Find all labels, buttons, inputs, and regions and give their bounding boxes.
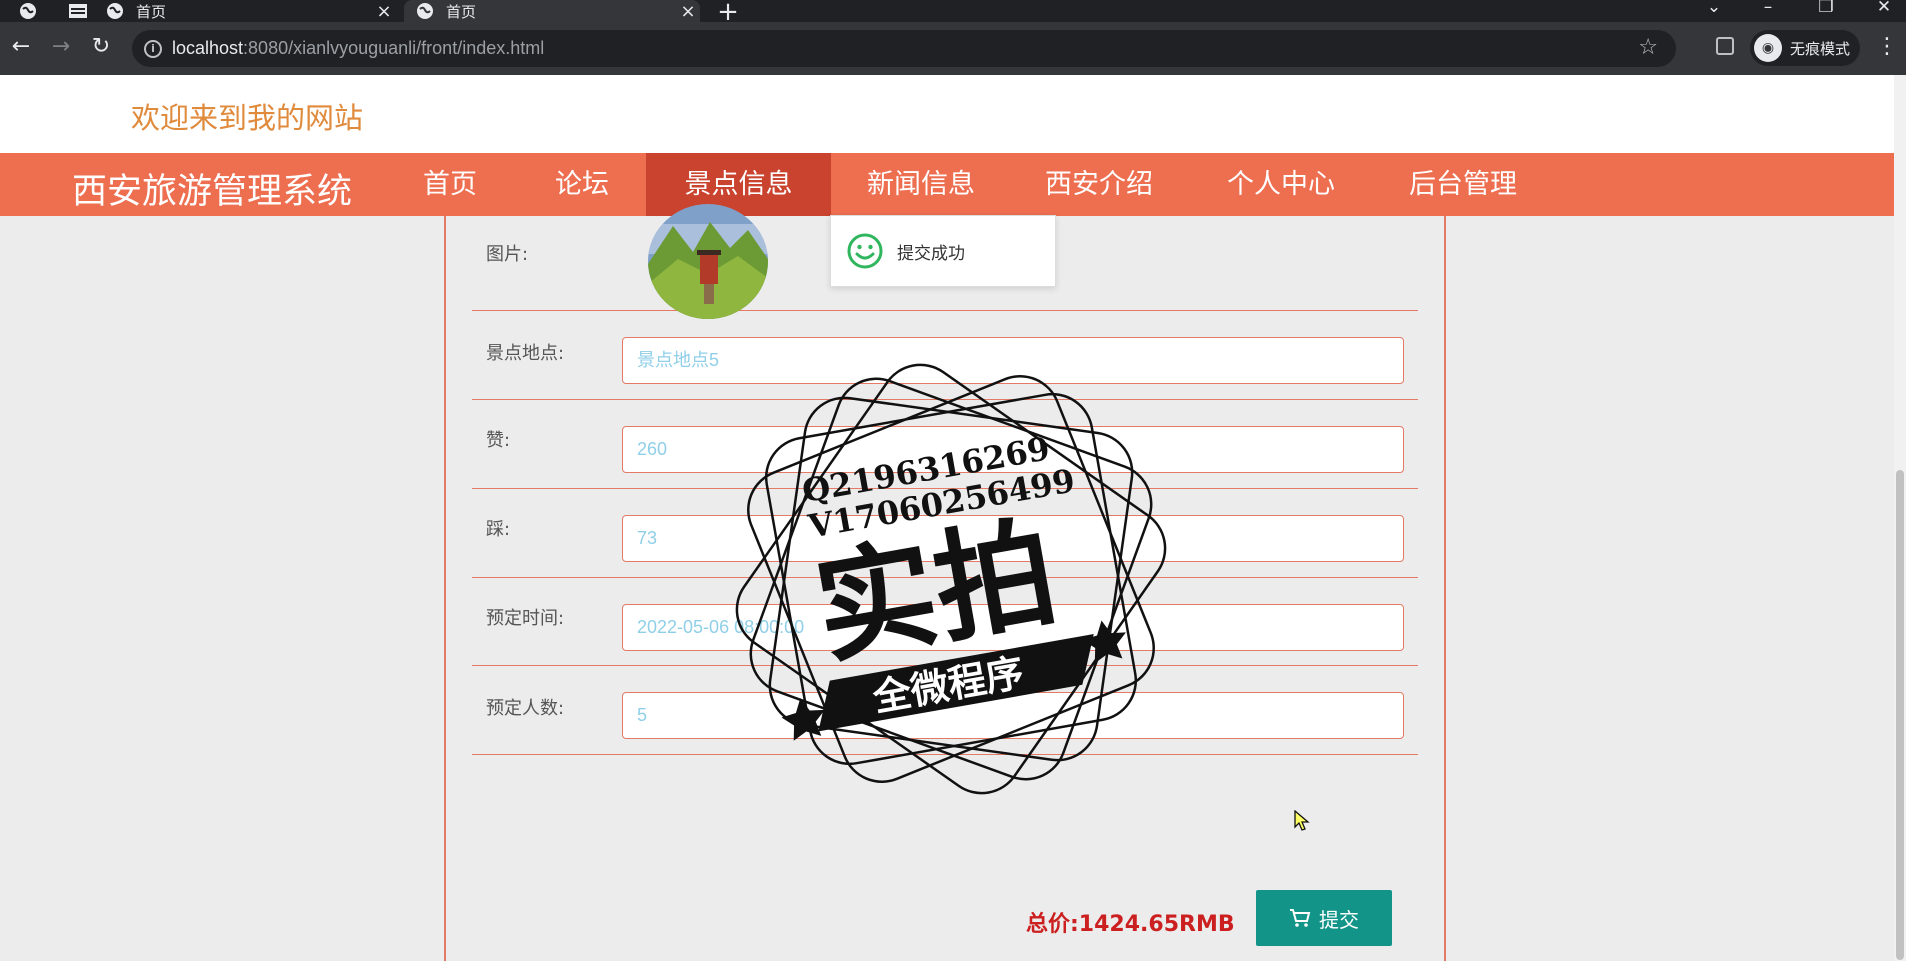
nav-item-forum[interactable]: 论坛 xyxy=(520,153,644,216)
browser-tab-1[interactable]: 首页 × xyxy=(106,0,396,22)
back-arrow-icon[interactable]: ← xyxy=(6,34,36,59)
minimize-button[interactable]: – xyxy=(1750,0,1786,17)
pinned-tab-sheet[interactable] xyxy=(56,0,100,22)
nav-item-xian-intro[interactable]: 西安介绍 xyxy=(1014,153,1184,216)
bookmark-star-icon[interactable]: ☆ xyxy=(1638,35,1658,60)
site-brand: 西安旅游管理系统 xyxy=(72,172,353,212)
tab-title: 首页 xyxy=(446,2,477,21)
success-toast: 提交成功 xyxy=(830,215,1056,287)
field-label: 预定人数: xyxy=(486,698,565,719)
nav-item-admin[interactable]: 后台管理 xyxy=(1378,153,1548,216)
field-label: 景点地点: xyxy=(486,343,565,364)
main-navbar: 西安旅游管理系统 首页 论坛 景点信息 新闻信息 西安介绍 个人中心 后台管理 xyxy=(0,153,1894,216)
page-scrollbar[interactable] xyxy=(1894,75,1906,961)
total-price: 总价:1424.65RMB xyxy=(1026,912,1235,937)
tab-search-icon[interactable]: ⌄ xyxy=(1696,0,1732,17)
attraction-photo xyxy=(648,204,768,319)
field-label: 图片: xyxy=(486,244,529,265)
mouse-cursor-icon xyxy=(1294,810,1310,831)
watermark-stamp: Q2196316269 V17060256499 实拍 全微程序 xyxy=(735,363,1167,795)
table-icon xyxy=(69,4,87,18)
tab-title: 首页 xyxy=(136,2,167,21)
restore-button[interactable]: ❐ xyxy=(1808,0,1844,17)
nav-item-home[interactable]: 首页 xyxy=(388,153,512,216)
attraction-thumbnail xyxy=(648,204,768,319)
incognito-indicator[interactable]: ◉ 无痕模式 xyxy=(1750,30,1860,66)
pinned-tab[interactable] xyxy=(6,0,50,22)
address-bar[interactable]: i localhost:8080/xianlvyouguanli/front/i… xyxy=(132,30,1676,67)
incognito-icon: ◉ xyxy=(1754,34,1782,62)
nav-item-news[interactable]: 新闻信息 xyxy=(838,153,1004,216)
close-window-button[interactable]: ✕ xyxy=(1866,0,1902,17)
forward-arrow-icon[interactable]: → xyxy=(46,34,76,59)
more-menu-icon[interactable]: ⋮ xyxy=(1876,34,1898,59)
globe-icon xyxy=(20,3,36,19)
smile-icon xyxy=(847,233,883,269)
close-tab-icon[interactable]: × xyxy=(372,1,396,22)
scrollbar-thumb[interactable] xyxy=(1896,470,1904,960)
submit-label: 提交 xyxy=(1319,907,1359,932)
nav-item-attractions[interactable]: 景点信息 xyxy=(646,153,831,216)
submit-button[interactable]: 提交 xyxy=(1256,890,1392,946)
info-icon[interactable]: i xyxy=(144,40,162,58)
browser-tab-bar: 首页 × 首页 × + ⌄ – ❐ ✕ xyxy=(0,0,1906,27)
field-label: 踩: xyxy=(486,519,511,540)
browser-toolbar: ← → ↻ i localhost:8080/xianlvyouguanli/f… xyxy=(0,22,1906,75)
welcome-text: 欢迎来到我的网站 xyxy=(131,101,364,135)
welcome-bar: 欢迎来到我的网站 xyxy=(0,75,1894,153)
globe-icon xyxy=(107,3,123,19)
page-viewport: 欢迎来到我的网站 西安旅游管理系统 首页 论坛 景点信息 新闻信息 西安介绍 个… xyxy=(0,75,1906,961)
nav-item-profile[interactable]: 个人中心 xyxy=(1196,153,1366,216)
field-label: 赞: xyxy=(486,430,511,451)
cart-icon xyxy=(1290,909,1311,927)
globe-icon xyxy=(417,3,433,19)
url-text: localhost:8080/xianlvyouguanli/front/ind… xyxy=(172,38,545,58)
close-tab-icon[interactable]: × xyxy=(676,1,700,22)
incognito-label: 无痕模式 xyxy=(1790,39,1851,58)
browser-tab-2-active[interactable]: 首页 × xyxy=(404,0,700,22)
extension-icon[interactable] xyxy=(1716,37,1734,55)
field-label: 预定时间: xyxy=(486,608,565,629)
toast-message: 提交成功 xyxy=(897,243,965,264)
reload-icon[interactable]: ↻ xyxy=(86,34,116,59)
